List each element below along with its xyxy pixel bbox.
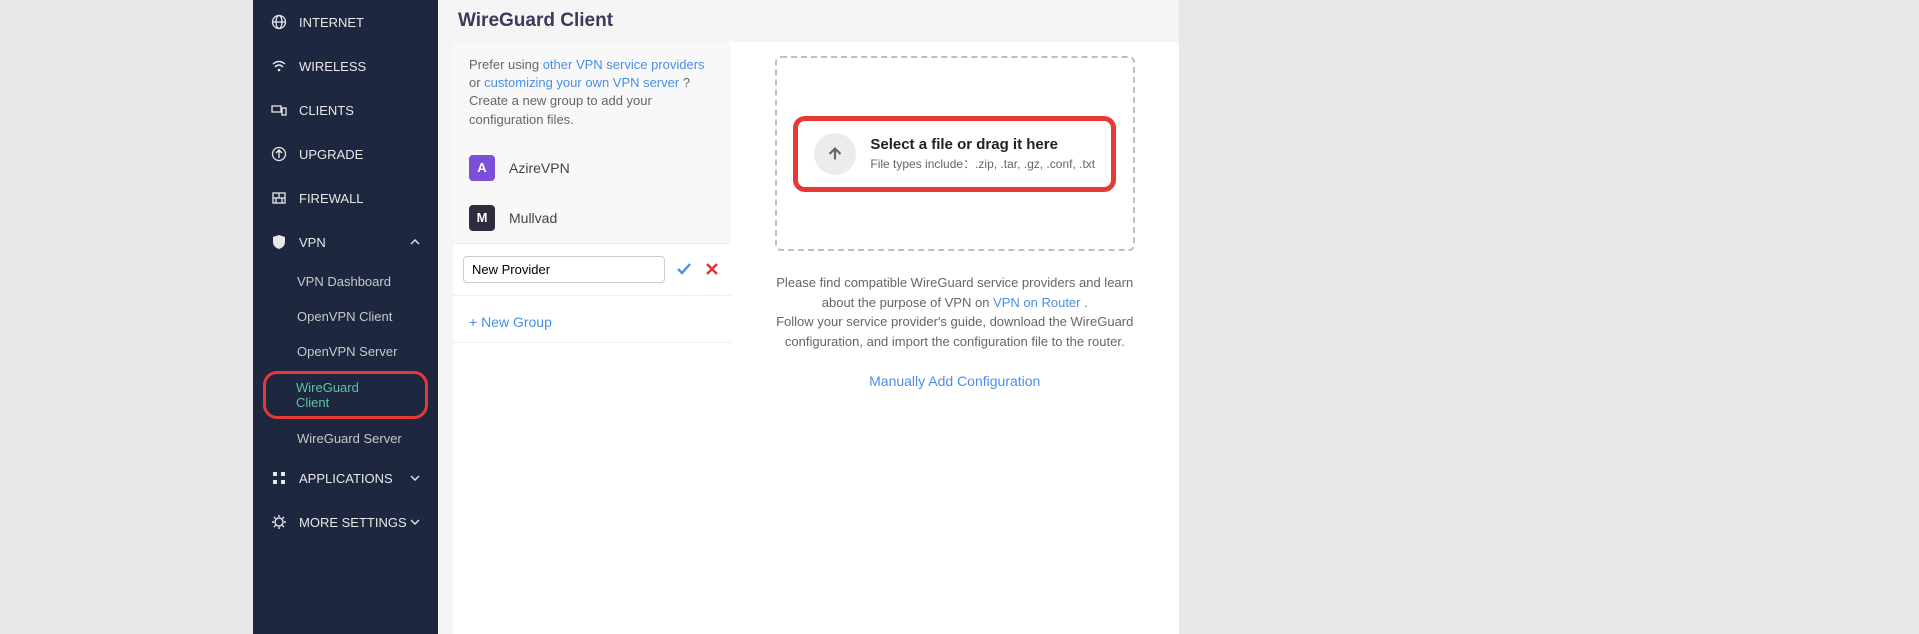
subnav-openvpn-client[interactable]: OpenVPN Client xyxy=(253,299,438,334)
manual-add-link[interactable]: Manually Add Configuration xyxy=(869,373,1040,389)
text-fragment: or xyxy=(469,75,484,90)
provider-name: AzireVPN xyxy=(509,160,570,176)
sidebar: INTERNET WIRELESS CLIENTS UPGRADE FIREWA xyxy=(253,0,438,634)
nav-clients[interactable]: CLIENTS xyxy=(253,88,438,132)
vpn-on-router-link[interactable]: VPN on Router xyxy=(993,295,1084,310)
page-title: WireGuard Client xyxy=(438,0,1179,42)
gutter-left xyxy=(0,0,253,634)
gear-icon xyxy=(271,514,287,530)
file-drop-zone[interactable]: Select a file or drag it here File types… xyxy=(775,56,1135,251)
custom-server-link[interactable]: customizing your own VPN server xyxy=(484,75,679,90)
upload-icon xyxy=(814,133,856,175)
content-card: Prefer using other VPN service providers… xyxy=(453,42,1179,634)
nav-label: VPN xyxy=(299,235,326,250)
provider-panel: Prefer using other VPN service providers… xyxy=(453,42,731,634)
firewall-icon xyxy=(271,190,287,206)
cancel-icon[interactable] xyxy=(703,260,721,278)
nav-label: APPLICATIONS xyxy=(299,471,393,486)
subnav-vpn-dashboard[interactable]: VPN Dashboard xyxy=(253,264,438,299)
prefer-text: Prefer using other VPN service providers… xyxy=(453,42,731,143)
nav-firewall[interactable]: FIREWALL xyxy=(253,176,438,220)
confirm-icon[interactable] xyxy=(675,260,693,278)
subnav-openvpn-server[interactable]: OpenVPN Server xyxy=(253,334,438,369)
devices-icon xyxy=(271,102,287,118)
provider-mullvad[interactable]: M Mullvad xyxy=(453,193,731,243)
drop-center-highlight: Select a file or drag it here File types… xyxy=(793,116,1116,192)
provider-icon: M xyxy=(469,205,495,231)
nav-label: INTERNET xyxy=(299,15,364,30)
provider-name: Mullvad xyxy=(509,210,557,226)
globe-icon xyxy=(271,14,287,30)
text-fragment: Prefer using xyxy=(469,57,543,72)
upgrade-icon xyxy=(271,146,287,162)
nav-label: UPGRADE xyxy=(299,147,363,162)
nav-label: WIRELESS xyxy=(299,59,366,74)
nav-applications[interactable]: APPLICATIONS xyxy=(253,456,438,500)
new-group-button[interactable]: + New Group xyxy=(453,296,731,343)
nav-internet[interactable]: INTERNET xyxy=(253,0,438,44)
upload-panel: Select a file or drag it here File types… xyxy=(731,42,1179,634)
nav-upgrade[interactable]: UPGRADE xyxy=(253,132,438,176)
drop-title: Select a file or drag it here xyxy=(870,136,1095,153)
subnav-wireguard-server[interactable]: WireGuard Server xyxy=(253,421,438,456)
chevron-up-icon xyxy=(410,239,420,245)
nav-label: FIREWALL xyxy=(299,191,364,206)
apps-icon xyxy=(271,470,287,486)
subnav-wireguard-client[interactable]: WireGuard Client xyxy=(263,371,428,419)
nav-label: MORE SETTINGS xyxy=(299,515,407,530)
text-fragment: Follow your service provider's guide, do… xyxy=(776,314,1133,349)
nav-label: CLIENTS xyxy=(299,103,354,118)
nav-vpn[interactable]: VPN xyxy=(253,220,438,264)
provider-azirevpn[interactable]: A AzireVPN xyxy=(453,143,731,193)
chevron-down-icon xyxy=(410,475,420,481)
main-content: WireGuard Client Prefer using other VPN … xyxy=(438,0,1179,634)
other-providers-link[interactable]: other VPN service providers xyxy=(543,57,705,72)
new-provider-row xyxy=(453,243,731,296)
nav-wireless[interactable]: WIRELESS xyxy=(253,44,438,88)
nav-more-settings[interactable]: MORE SETTINGS xyxy=(253,500,438,544)
drop-subtitle: File types include：.zip, .tar, .gz, .con… xyxy=(870,155,1095,172)
text-fragment: . xyxy=(1084,295,1088,310)
gutter-right xyxy=(1179,0,1919,634)
wifi-icon xyxy=(271,58,287,74)
shield-icon xyxy=(271,234,287,250)
info-text: Please find compatible WireGuard service… xyxy=(775,273,1135,351)
provider-icon: A xyxy=(469,155,495,181)
chevron-down-icon xyxy=(410,519,420,525)
new-provider-input[interactable] xyxy=(463,256,665,283)
